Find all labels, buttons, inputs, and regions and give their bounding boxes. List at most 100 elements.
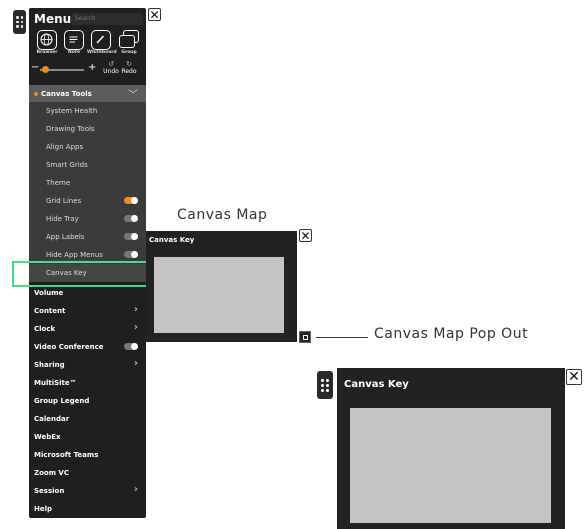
zoom-out-button[interactable]: − bbox=[31, 62, 39, 73]
submenu-item-label: App Labels bbox=[46, 233, 85, 241]
menu-item-help[interactable]: Help bbox=[29, 500, 146, 518]
menu-item-multisite[interactable]: MultiSite™ bbox=[29, 374, 146, 392]
group-label: Group bbox=[121, 50, 137, 55]
redo-button[interactable]: ↻ Redo bbox=[121, 60, 137, 76]
menu-item-label: Volume bbox=[34, 289, 64, 297]
canvas-map-view[interactable] bbox=[154, 257, 284, 333]
submenu-item-label: Smart Grids bbox=[46, 161, 88, 169]
note-icon bbox=[64, 30, 84, 50]
redo-label: Redo bbox=[121, 68, 137, 75]
hide-tray-toggle[interactable] bbox=[124, 215, 138, 222]
menu-item-label: Calendar bbox=[34, 415, 70, 423]
search-input[interactable]: Search bbox=[71, 13, 143, 25]
redo-icon: ↻ bbox=[126, 60, 132, 68]
submenu-item-label: System Health bbox=[46, 107, 98, 115]
menu-item-session[interactable]: Session › bbox=[29, 482, 146, 500]
close-icon: ✕ bbox=[568, 369, 580, 385]
submenu-item-hide-tray[interactable]: Hide Tray bbox=[29, 210, 146, 228]
menu-drag-handle[interactable] bbox=[13, 10, 26, 34]
submenu-item-align-apps[interactable]: Align Apps bbox=[29, 138, 146, 156]
app-labels-toggle[interactable] bbox=[124, 233, 138, 240]
chevron-right-icon: › bbox=[133, 484, 138, 495]
grid-lines-toggle[interactable] bbox=[124, 197, 138, 204]
submenu-item-label: Hide Tray bbox=[46, 215, 79, 223]
canvas-tools-header[interactable]: Canvas Tools ﹀ bbox=[29, 85, 146, 102]
menu-item-label: Sharing bbox=[34, 361, 65, 369]
menu-item-video-conference[interactable]: Video Conference bbox=[29, 338, 146, 356]
submenu-item-app-labels[interactable]: App Labels bbox=[29, 228, 146, 246]
note-tile[interactable]: Note bbox=[60, 30, 88, 55]
menu-item-label: Content bbox=[34, 307, 66, 315]
menu-item-clock[interactable]: Clock › bbox=[29, 320, 146, 338]
menu-item-calendar[interactable]: Calendar bbox=[29, 410, 146, 428]
chevron-down-icon: ﹀ bbox=[128, 90, 138, 101]
browser-tile[interactable]: Browser bbox=[33, 30, 61, 55]
undo-icon: ↺ bbox=[108, 60, 114, 68]
close-icon: ✕ bbox=[300, 228, 311, 243]
close-icon: ✕ bbox=[149, 7, 160, 22]
submenu-item-drawing-tools[interactable]: Drawing Tools bbox=[29, 120, 146, 138]
whiteboard-icon bbox=[91, 30, 111, 50]
chevron-right-icon: › bbox=[133, 322, 138, 333]
globe-icon bbox=[37, 30, 57, 50]
canvas-key-close-button[interactable]: ✕ bbox=[299, 229, 312, 242]
browser-label: Browser bbox=[36, 50, 58, 55]
submenu-item-label: Grid Lines bbox=[46, 197, 82, 205]
zoom-slider[interactable] bbox=[40, 66, 84, 73]
chevron-right-icon: › bbox=[133, 304, 138, 315]
canvas-key-highlight bbox=[12, 261, 164, 287]
active-dot-icon bbox=[34, 91, 38, 96]
submenu-item-label: Drawing Tools bbox=[46, 125, 95, 133]
group-tile[interactable]: Group bbox=[115, 30, 143, 55]
canvas-key-title: Canvas Key bbox=[149, 236, 195, 244]
canvas-map-large-view[interactable] bbox=[350, 408, 551, 523]
undo-button[interactable]: ↺ Undo bbox=[103, 60, 119, 76]
canvas-tools-label: Canvas Tools bbox=[41, 89, 92, 98]
zoom-in-button[interactable]: + bbox=[88, 62, 96, 73]
menu-item-microsoft-teams[interactable]: Microsoft Teams bbox=[29, 446, 146, 464]
canvas-map-popout-callout: Canvas Map Pop Out bbox=[374, 326, 529, 342]
menu-title: Menu bbox=[34, 12, 72, 26]
canvas-map-callout: Canvas Map bbox=[177, 207, 268, 223]
menu-item-zoom-vc[interactable]: Zoom VC bbox=[29, 464, 146, 482]
canvas-key-large-close-button[interactable]: ✕ bbox=[566, 369, 582, 385]
callout-line bbox=[316, 337, 368, 338]
canvas-key-drag-handle[interactable] bbox=[317, 371, 333, 399]
group-icon bbox=[119, 30, 139, 50]
pop-out-icon bbox=[303, 335, 308, 340]
menu-item-label: MultiSite™ bbox=[34, 379, 77, 387]
menu-item-webex[interactable]: WebEx bbox=[29, 428, 146, 446]
menu-item-content[interactable]: Content › bbox=[29, 302, 146, 320]
pop-out-button[interactable] bbox=[299, 331, 311, 343]
canvas-key-window-small: Canvas Key bbox=[146, 231, 297, 342]
menu-item-label: WebEx bbox=[34, 433, 61, 441]
submenu-item-label: Theme bbox=[46, 179, 71, 187]
hide-app-menus-toggle[interactable] bbox=[124, 251, 138, 258]
undo-label: Undo bbox=[103, 68, 119, 75]
menu-item-label: Group Legend bbox=[34, 397, 90, 405]
submenu-item-theme[interactable]: Theme bbox=[29, 174, 146, 192]
menu-item-label: Microsoft Teams bbox=[34, 451, 99, 459]
menu-close-button[interactable]: ✕ bbox=[148, 8, 161, 21]
whiteboard-tile[interactable]: Whiteboard bbox=[87, 30, 117, 55]
note-label: Note bbox=[67, 50, 81, 55]
submenu-item-system-health[interactable]: System Health bbox=[29, 102, 146, 120]
menu-item-label: Session bbox=[34, 487, 65, 495]
menu-item-label: Clock bbox=[34, 325, 56, 333]
app-tiles: Browser Note Whiteboard Group bbox=[33, 30, 143, 60]
menu-item-label: Video Conference bbox=[34, 343, 104, 351]
submenu-item-label: Hide App Menus bbox=[46, 251, 103, 259]
menu-item-group-legend[interactable]: Group Legend bbox=[29, 392, 146, 410]
canvas-key-window-large: Canvas Key bbox=[337, 368, 565, 529]
menu-item-sharing[interactable]: Sharing › bbox=[29, 356, 146, 374]
menu-item-label: Zoom VC bbox=[34, 469, 69, 477]
submenu-item-smart-grids[interactable]: Smart Grids bbox=[29, 156, 146, 174]
chevron-right-icon: › bbox=[133, 358, 138, 369]
submenu-item-grid-lines[interactable]: Grid Lines bbox=[29, 192, 146, 210]
whiteboard-label: Whiteboard bbox=[87, 50, 117, 55]
submenu-item-label: Align Apps bbox=[46, 143, 84, 151]
zoom-slider-knob[interactable] bbox=[41, 66, 49, 73]
video-conference-toggle[interactable] bbox=[124, 343, 138, 350]
menu-item-label: Help bbox=[34, 505, 53, 513]
canvas-key-large-title: Canvas Key bbox=[344, 379, 409, 390]
